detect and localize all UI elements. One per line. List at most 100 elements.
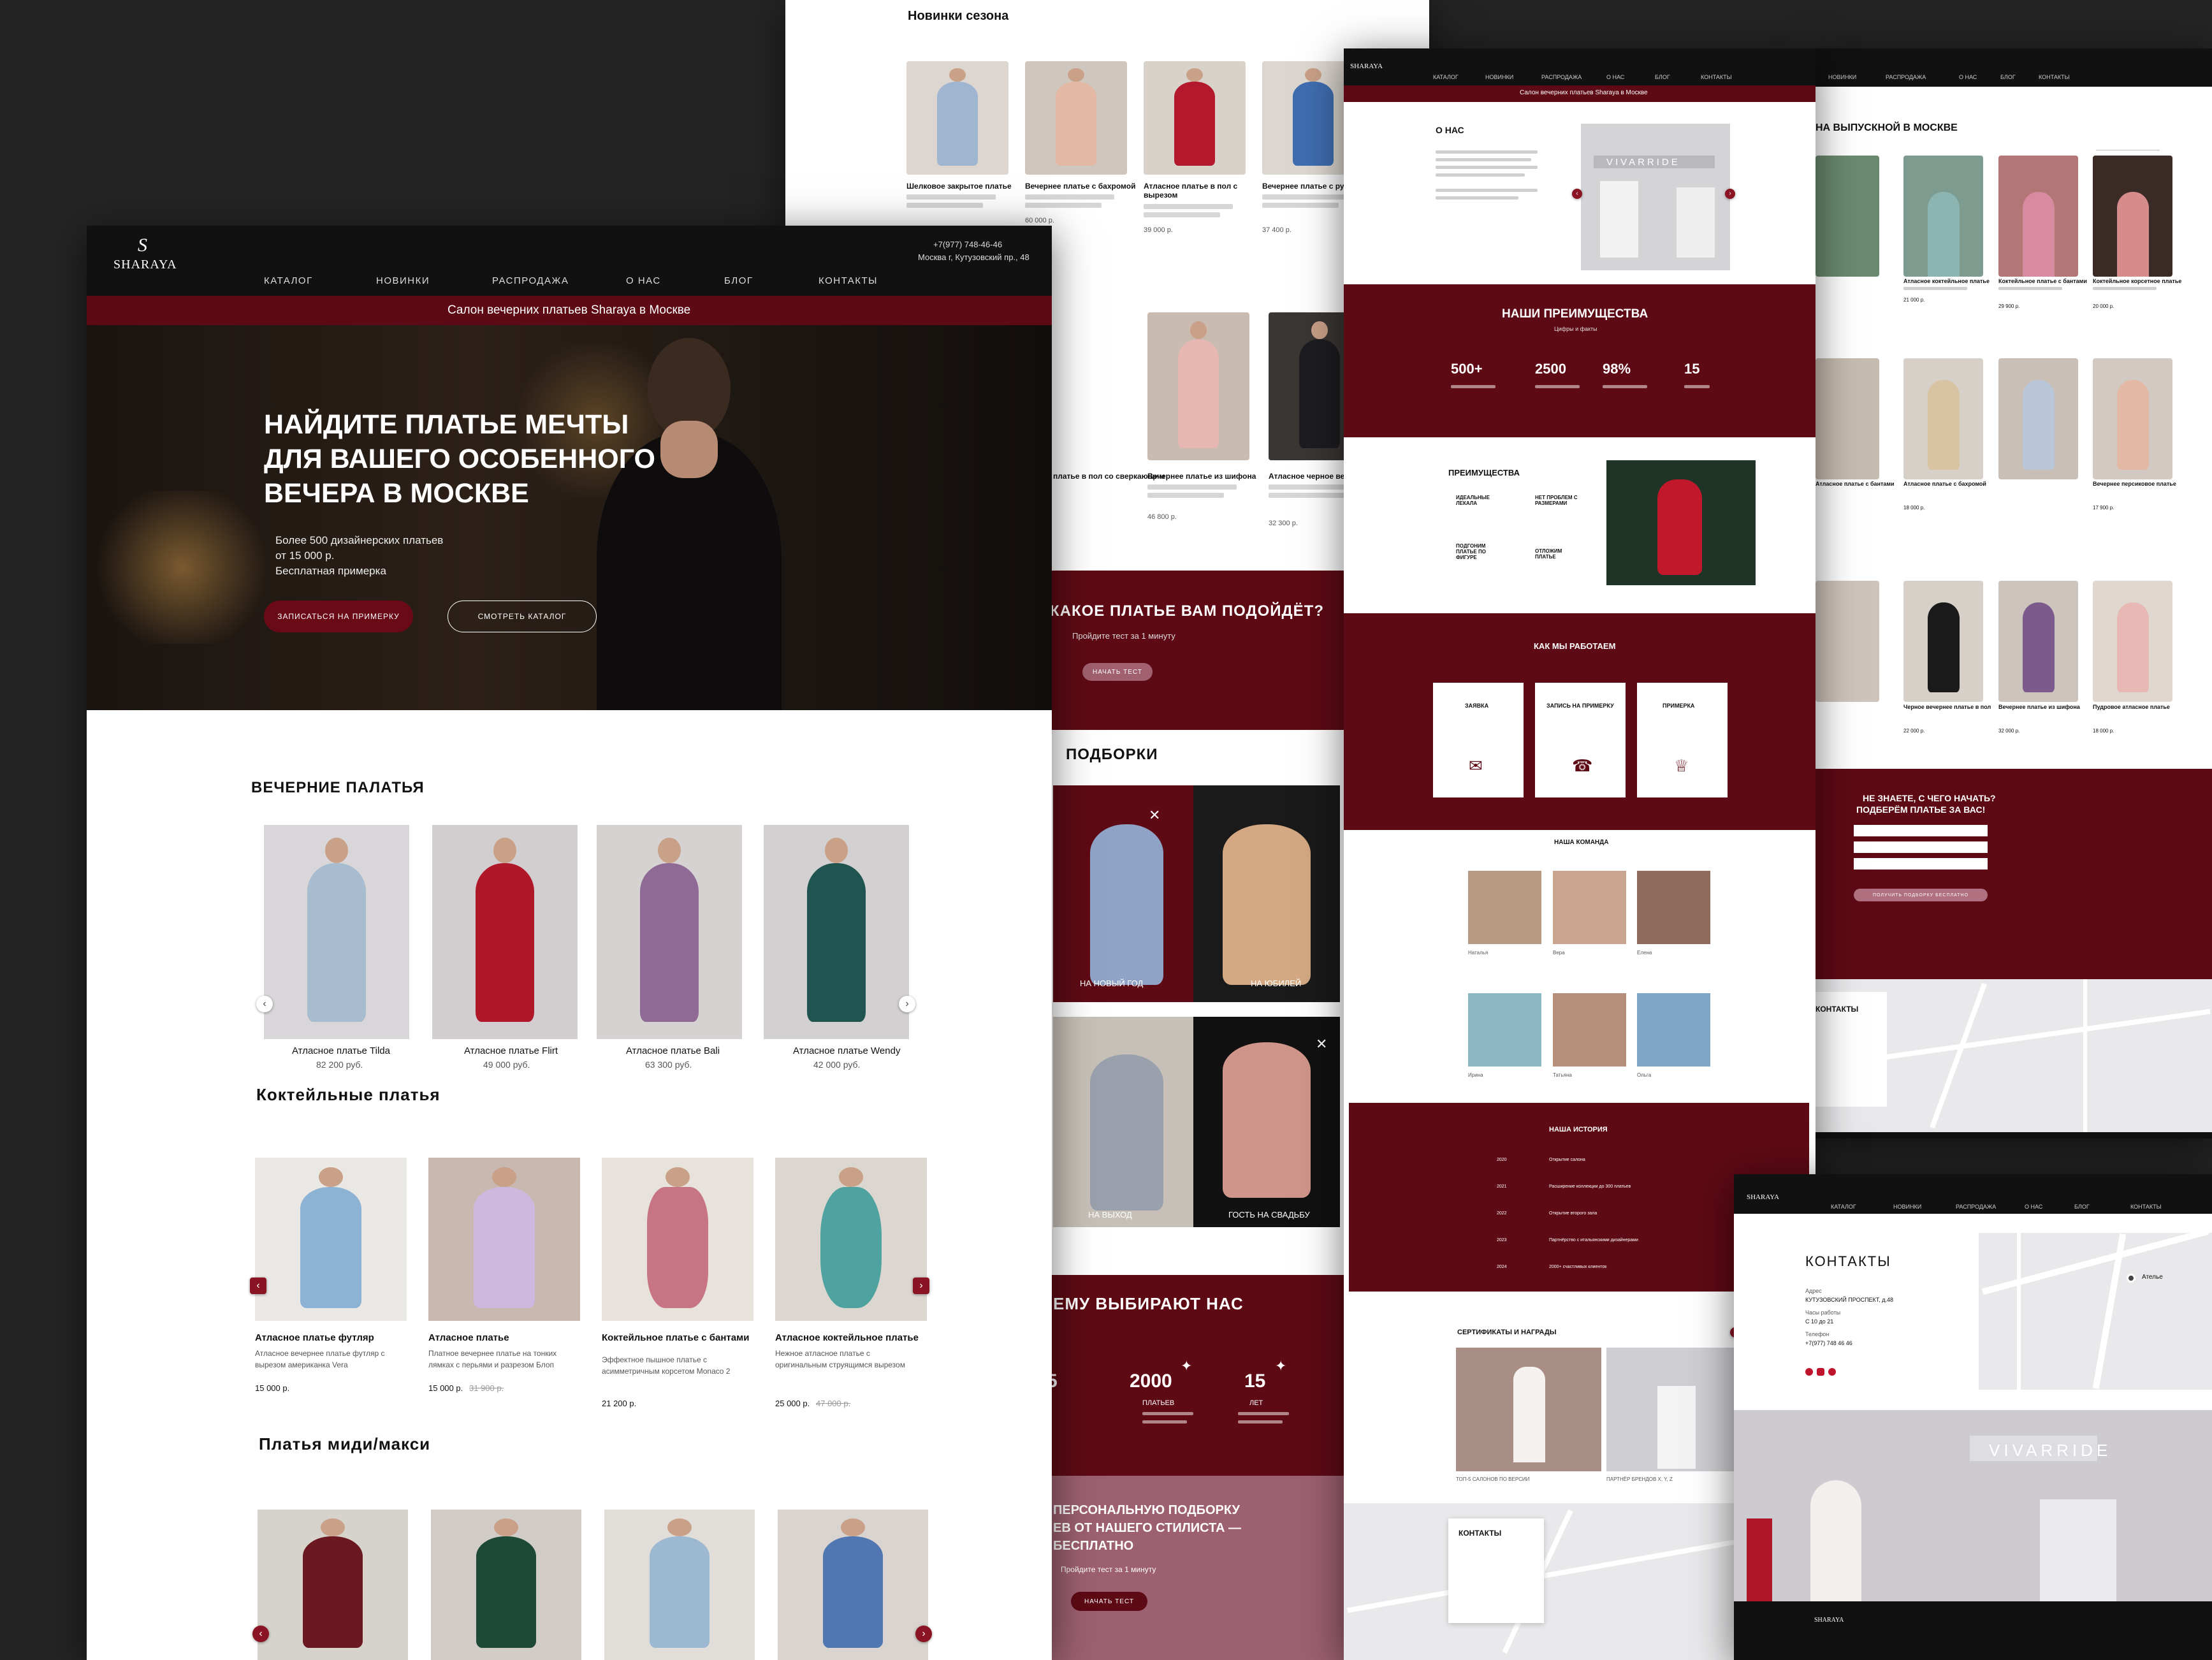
chevron-left-icon[interactable]: ‹ [1572,189,1582,199]
map-pin-icon[interactable] [2127,1274,2136,1283]
product-image[interactable] [2093,358,2172,479]
nav-link[interactable]: КАТАЛОГ [1831,1204,1856,1210]
cert-photo[interactable] [1606,1348,1752,1471]
message-field[interactable] [1854,858,1988,870]
product-image[interactable] [1815,358,1879,479]
product-name[interactable]: Атласное платье [428,1332,509,1343]
phone-value[interactable]: +7(977) 748 46 46 [1805,1340,1852,1346]
nav-link[interactable]: О НАС [1606,74,1624,80]
product-name[interactable]: Коктейльное платье с бантами [602,1332,749,1343]
product-name[interactable]: Коктейльное платье с бантами [1998,278,2087,284]
avatar[interactable] [1553,871,1626,944]
view-catalog-button[interactable]: СМОТРЕТЬ КАТАЛОГ [447,601,597,632]
nav-link[interactable]: БЛОГ [2074,1204,2090,1210]
product-image[interactable] [432,825,578,1039]
phone-field[interactable] [1854,841,1988,853]
name-field[interactable] [1854,825,1988,836]
product-image[interactable] [1998,156,2078,277]
chevron-left-icon[interactable]: ‹ [252,1626,269,1642]
product-name[interactable]: Атласное платье Flirt [464,1045,558,1056]
product-name[interactable]: Атласное платье Tilda [292,1045,390,1056]
nav-contacts[interactable]: КОНТАКТЫ [819,275,878,286]
product-image[interactable] [1998,581,2078,702]
nav-link[interactable]: НОВИНКИ [1485,74,1513,80]
nav-link[interactable]: БЛОГ [1655,74,1670,80]
product-image[interactable] [255,1158,407,1321]
chevron-left-icon[interactable]: ‹ [256,996,273,1012]
product-image[interactable] [1903,156,1983,277]
product-name[interactable]: Шелковое закрытое платье [906,182,1012,191]
nav-link[interactable]: РАСПРОДАЖА [1956,1204,1996,1210]
nav-sale[interactable]: РАСПРОДАЖА [492,275,569,286]
logo[interactable]: SHARAYA [1350,62,1383,70]
product-image[interactable] [1815,156,1879,277]
close-icon[interactable]: ✕ [1316,1036,1327,1052]
avatar[interactable] [1468,993,1541,1067]
nav-link[interactable]: НОВИНКИ [1893,1204,1921,1210]
chevron-right-icon[interactable]: › [913,1278,929,1294]
chevron-right-icon[interactable]: › [1725,189,1735,199]
nav-link[interactable]: КОНТАКТЫ [2130,1204,2162,1210]
map[interactable] [1979,1233,2212,1390]
footer-logo[interactable]: SHARAYA [1814,1617,1844,1624]
product-image[interactable] [775,1158,927,1321]
logo[interactable]: SHARAYA [113,258,177,272]
telegram-icon[interactable] [1828,1368,1836,1376]
product-name[interactable]: Атласное платье футляр [255,1332,374,1343]
collection-card[interactable] [1053,1017,1200,1227]
product-image[interactable] [1147,312,1249,460]
nav-link[interactable]: КОНТАКТЫ [1701,74,1732,80]
product-name[interactable]: Атласное платье Bali [626,1045,720,1056]
collection-card[interactable] [1053,785,1200,1002]
product-name[interactable]: Коктейльное корсетное платье [2093,278,2181,284]
nav-link[interactable]: КОНТАКТЫ [2039,74,2070,80]
product-name[interactable]: Вечернее платье из шифона [1998,704,2080,710]
product-name[interactable]: Вечернее платье с бахромой [1025,182,1135,191]
nav-catalog[interactable]: КАТАЛОГ [264,275,313,286]
chevron-right-icon[interactable]: › [899,996,915,1012]
product-image[interactable] [778,1510,928,1660]
product-name[interactable]: Вечернее персиковое платье [2093,481,2176,487]
get-selection-button[interactable]: ПОЛУЧИТЬ ПОДБОРКУ БЕСПЛАТНО [1854,889,1988,901]
chevron-right-icon[interactable]: › [915,1626,932,1642]
nav-link[interactable]: БЛОГ [2000,74,2016,80]
product-image[interactable] [431,1510,581,1660]
product-image[interactable] [264,825,409,1039]
product-name[interactable]: Атласное платье с бантами [1815,481,1895,487]
logo-mark-icon[interactable]: S [138,235,147,256]
product-image[interactable] [1815,581,1879,702]
start-quiz-button[interactable]: НАЧАТЬ ТЕСТ [1082,663,1153,681]
product-name[interactable]: Черное вечернее платье в пол [1903,704,1991,710]
product-name[interactable]: платье в пол со сверкающим [1053,472,1165,481]
product-name[interactable]: Атласное платье Wendy [793,1045,900,1056]
nav-link[interactable]: РАСПРОДАЖА [1541,74,1582,80]
product-image[interactable] [602,1158,753,1321]
avatar[interactable] [1637,993,1710,1067]
product-name[interactable]: Атласное платье с бахромой [1903,481,1986,487]
nav-link[interactable]: О НАС [1959,74,1977,80]
product-image[interactable] [1903,358,1983,479]
product-image[interactable] [1025,61,1127,175]
start-test-button[interactable]: НАЧАТЬ ТЕСТ [1071,1592,1147,1611]
whatsapp-icon[interactable] [1805,1368,1813,1376]
avatar[interactable] [1637,871,1710,944]
store-photo[interactable]: VIVARRIDE [1581,124,1730,270]
nav-link[interactable]: О НАС [2025,1204,2042,1210]
nav-link[interactable]: КАТАЛОГ [1433,74,1459,80]
product-image[interactable] [1144,61,1246,175]
product-image[interactable] [428,1158,580,1321]
product-image[interactable] [2093,156,2172,277]
product-image[interactable] [906,61,1008,175]
product-image[interactable] [604,1510,755,1660]
product-image[interactable] [2093,581,2172,702]
product-name[interactable]: Атласное платье в пол с вырезом [1144,182,1239,200]
product-name[interactable]: Атласное коктейльное платье [775,1332,919,1343]
chevron-left-icon[interactable]: ‹ [250,1278,266,1294]
nav-new[interactable]: НОВИНКИ [376,275,430,286]
product-name[interactable]: Вечернее платье с рука [1262,182,1352,191]
header-phone[interactable]: +7(977) 748-46-46 [933,240,1002,249]
nav-blog[interactable]: БЛОГ [724,275,753,286]
avatar[interactable] [1553,993,1626,1067]
close-icon[interactable]: ✕ [1149,807,1160,824]
book-fitting-button[interactable]: ЗАПИСАТЬСЯ НА ПРИМЕРКУ [264,601,413,632]
